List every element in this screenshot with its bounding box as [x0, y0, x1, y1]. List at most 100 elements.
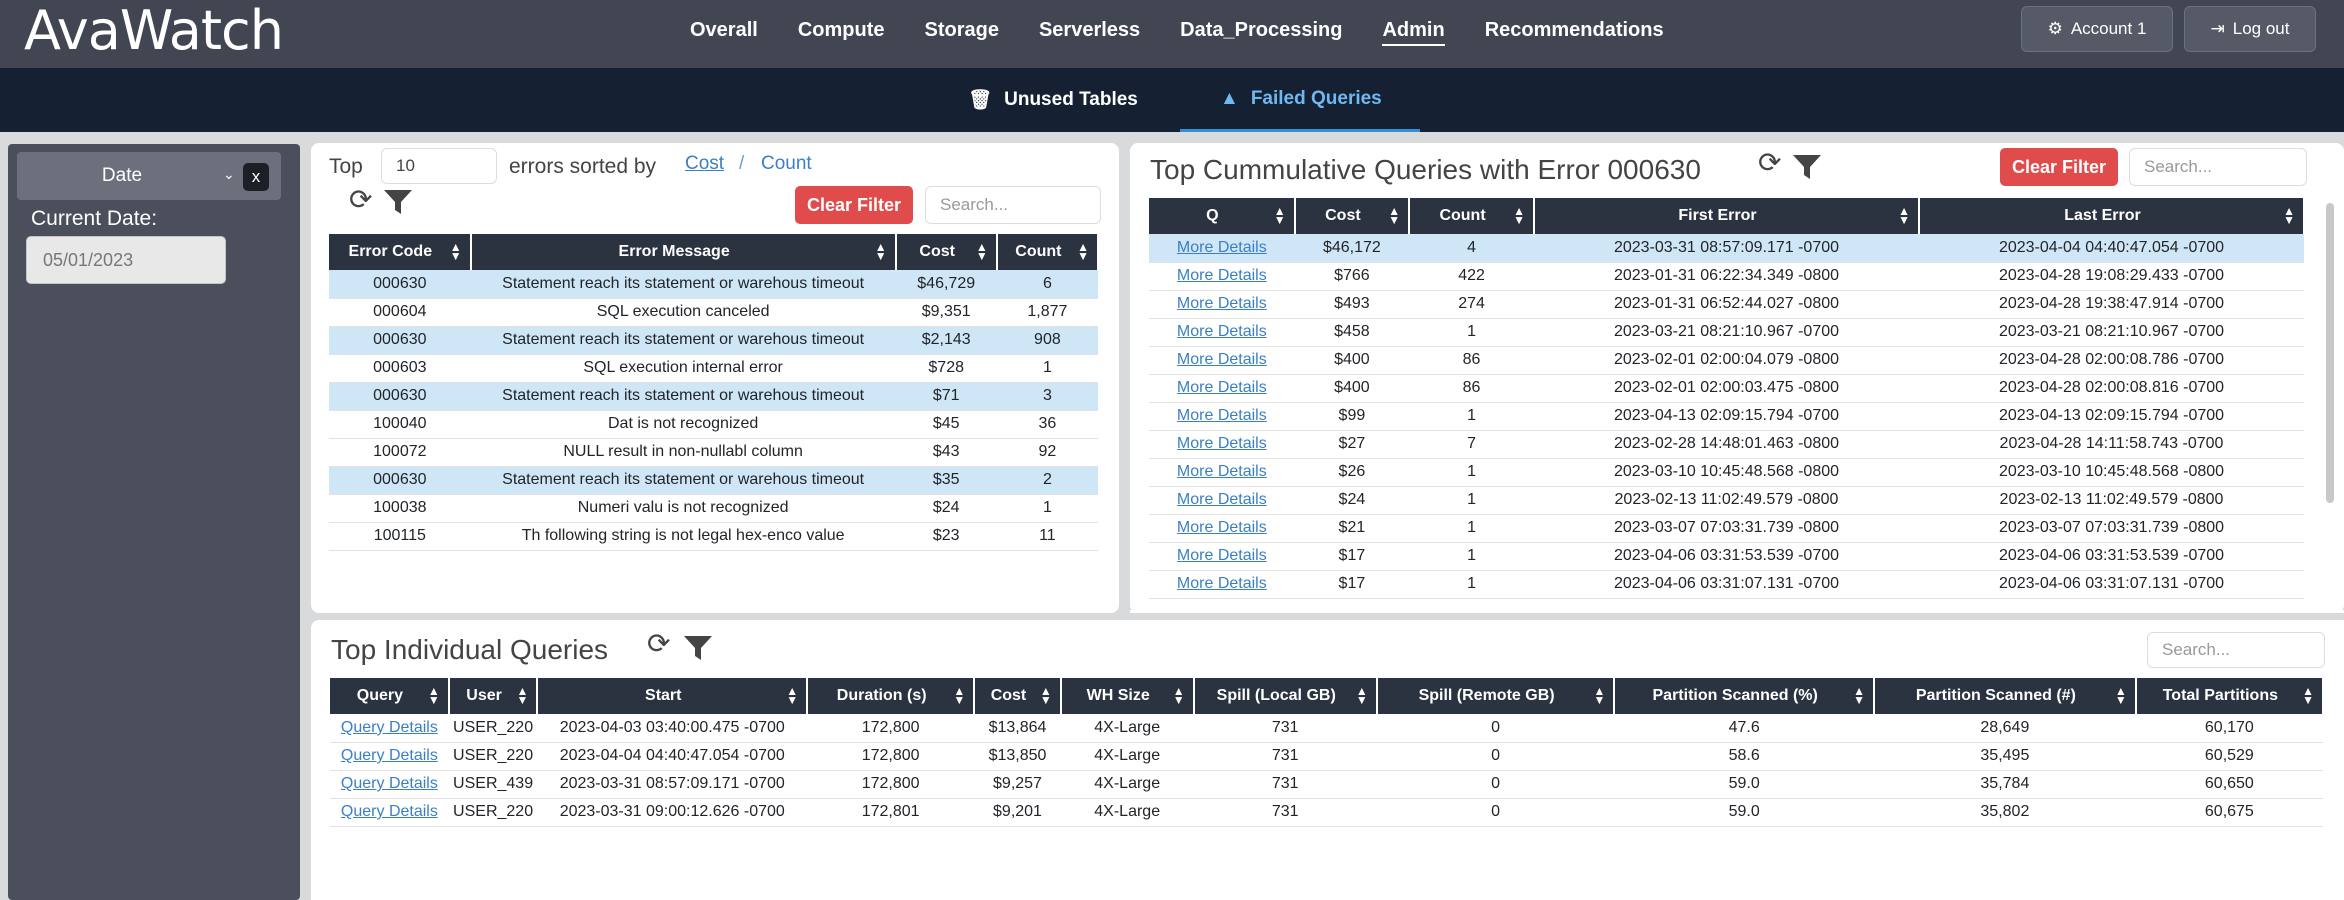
sort-icon[interactable]: ▲ ▼ — [1173, 685, 1185, 706]
table-row[interactable]: 000630 Statement reach its statement or w… — [329, 466, 1098, 495]
column-header-start[interactable]: Start ▲ ▼ — [537, 678, 809, 714]
column-header-count[interactable]: Count ▲ ▼ — [996, 234, 1100, 270]
column-header-error-message[interactable]: Error Message ▲ ▼ — [470, 234, 897, 270]
more-details-link[interactable]: More Details — [1177, 463, 1267, 480]
more-details-link[interactable]: More Details — [1177, 295, 1267, 312]
column-header-cost[interactable]: Cost ▲ ▼ — [895, 234, 998, 270]
table-row[interactable]: 100038 Numeri valu is not recognized $24 1 — [329, 494, 1098, 523]
sort-icon[interactable]: ▲ ▼ — [875, 241, 887, 262]
more-details-link[interactable]: More Details — [1177, 239, 1267, 256]
table-row[interactable]: More Details $458 1 2023-03-21 08:21:10.967… — [1149, 318, 2304, 347]
refresh-icon[interactable]: ⟳ — [1758, 149, 1781, 177]
sort-icon[interactable]: ▲ ▼ — [2302, 685, 2314, 706]
clear-filter-button[interactable]: Clear Filter — [795, 186, 913, 224]
column-header-q[interactable]: Q ▲ ▼ — [1149, 198, 1296, 234]
sort-count-link[interactable]: Count — [761, 153, 812, 175]
column-header-partition-scanned[interactable]: Partition Scanned (#) ▲ ▼ — [1874, 678, 2137, 714]
cumulative-search-input[interactable]: Search... — [2129, 148, 2307, 186]
column-header-user[interactable]: User ▲ ▼ — [448, 678, 539, 714]
sort-icon[interactable]: ▲ ▼ — [1513, 205, 1525, 226]
more-details-link[interactable]: More Details — [1177, 379, 1267, 396]
nav-item-storage[interactable]: Storage — [925, 16, 999, 46]
table-row[interactable]: More Details $99 1 2023-04-13 02:09:15.794 … — [1149, 402, 2304, 431]
table-row[interactable]: More Details $766 422 2023-01-31 06:22:34.3… — [1149, 262, 2304, 291]
nav-item-compute[interactable]: Compute — [798, 16, 885, 46]
sort-icon[interactable]: ▲ ▼ — [1356, 685, 1368, 706]
query-details-link[interactable]: Query Details — [341, 803, 438, 820]
sort-icon[interactable]: ▲ ▼ — [1077, 241, 1089, 262]
tab-failed-queries[interactable]: ▲ Failed Queries — [1180, 68, 1420, 132]
table-row[interactable]: More Details $26 1 2023-03-10 10:45:48.568 … — [1149, 458, 2304, 487]
more-details-link[interactable]: More Details — [1177, 407, 1267, 424]
logout-button[interactable]: ⇥ Log out — [2184, 6, 2316, 52]
table-row[interactable]: 100072 NULL result in non-nullabl column $… — [329, 438, 1098, 467]
table-row[interactable]: More Details $17 1 2023-04-06 03:31:07.131 … — [1149, 570, 2304, 599]
more-details-link[interactable]: More Details — [1177, 575, 1267, 592]
sort-icon[interactable]: ▲ ▼ — [450, 241, 462, 262]
filter-icon[interactable] — [1792, 153, 1822, 186]
sort-icon[interactable]: ▲ ▼ — [1388, 205, 1400, 226]
account-button[interactable]: ⚙ Account 1 — [2021, 6, 2173, 52]
table-row[interactable]: 100040 Dat is not recognized $45 36 — [329, 410, 1098, 439]
column-header-last-error[interactable]: Last Error ▲ ▼ — [1918, 198, 2306, 234]
more-details-link[interactable]: More Details — [1177, 351, 1267, 368]
sort-cost-link[interactable]: Cost — [685, 153, 724, 175]
sort-icon[interactable]: ▲ ▼ — [1274, 205, 1286, 226]
sort-icon[interactable]: ▲ ▼ — [976, 241, 988, 262]
more-details-link[interactable]: More Details — [1177, 547, 1267, 564]
cumulative-scrollbar[interactable] — [2326, 203, 2334, 503]
more-details-link[interactable]: More Details — [1177, 435, 1267, 452]
table-row[interactable]: More Details $400 86 2023-02-01 02:00:04.07… — [1149, 346, 2304, 375]
column-header-duration-s[interactable]: Duration (s) ▲ ▼ — [807, 678, 976, 714]
query-details-link[interactable]: Query Details — [341, 775, 438, 792]
nav-item-data-processing[interactable]: Data_Processing — [1180, 16, 1342, 46]
filter-icon[interactable] — [383, 188, 413, 221]
top-n-input[interactable]: 10 — [381, 148, 497, 184]
sort-icon[interactable]: ▲ ▼ — [953, 685, 965, 706]
table-row[interactable]: More Details $21 1 2023-03-07 07:03:31.739 … — [1149, 514, 2304, 543]
individual-search-input[interactable]: Search... — [2147, 632, 2325, 668]
date-select[interactable]: Date ⌄ x — [17, 152, 281, 200]
table-row[interactable]: 000630 Statement reach its statement or w… — [329, 382, 1098, 411]
refresh-icon[interactable]: ⟳ — [349, 186, 372, 214]
sort-icon[interactable]: ▲ ▼ — [2115, 685, 2127, 706]
refresh-icon[interactable]: ⟳ — [647, 630, 670, 658]
nav-item-admin[interactable]: Admin — [1382, 16, 1445, 46]
column-header-spill-remote-gb[interactable]: Spill (Remote GB) ▲ ▼ — [1376, 678, 1616, 714]
column-header-count[interactable]: Count ▲ ▼ — [1409, 198, 1535, 234]
table-row[interactable]: 100115 Th following string is not legal h… — [329, 522, 1098, 551]
table-row[interactable]: 000630 Statement reach its statement or w… — [329, 270, 1098, 299]
nav-item-serverless[interactable]: Serverless — [1039, 16, 1140, 46]
table-row[interactable]: More Details $24 1 2023-02-13 11:02:49.579 … — [1149, 486, 2304, 515]
column-header-partition-scanned[interactable]: Partition Scanned (%) ▲ ▼ — [1614, 678, 1876, 714]
column-header-error-code[interactable]: Error Code ▲ ▼ — [329, 234, 472, 270]
sort-icon[interactable]: ▲ ▼ — [1898, 205, 1910, 226]
nav-item-recommendations[interactable]: Recommendations — [1485, 16, 1664, 46]
query-details-link[interactable]: Query Details — [341, 719, 438, 736]
more-details-link[interactable]: More Details — [1177, 491, 1267, 508]
sort-icon[interactable]: ▲ ▼ — [1853, 685, 1865, 706]
sort-icon[interactable]: ▲ ▼ — [428, 685, 440, 706]
table-row[interactable]: Query Details USER_220 2023-03-31 09:00:12… — [330, 798, 2323, 827]
clear-filter-button[interactable]: Clear Filter — [2000, 148, 2118, 186]
tab-unused-tables[interactable]: 🗑 Unused Tables — [968, 68, 1138, 132]
column-header-total-partitions[interactable]: Total Partitions ▲ ▼ — [2135, 678, 2325, 714]
table-row[interactable]: More Details $400 86 2023-02-01 02:00:03.47… — [1149, 374, 2304, 403]
table-row[interactable]: More Details $17 1 2023-04-06 03:31:53.539 … — [1149, 542, 2304, 571]
sort-icon[interactable]: ▲ ▼ — [786, 685, 798, 706]
more-details-link[interactable]: More Details — [1177, 519, 1267, 536]
table-row[interactable]: More Details $27 7 2023-02-28 14:48:01.463 … — [1149, 430, 2304, 459]
errors-search-input[interactable]: Search... — [925, 186, 1101, 224]
column-header-query[interactable]: Query ▲ ▼ — [330, 678, 450, 714]
table-row[interactable]: Query Details USER_220 2023-04-03 03:40:00… — [330, 714, 2323, 743]
column-header-spill-local-gb[interactable]: Spill (Local GB) ▲ ▼ — [1193, 678, 1378, 714]
table-row[interactable]: More Details $493 274 2023-01-31 06:52:44.0… — [1149, 290, 2304, 319]
filter-icon[interactable] — [683, 634, 713, 667]
sort-icon[interactable]: ▲ ▼ — [516, 685, 528, 706]
column-header-cost[interactable]: Cost ▲ ▼ — [974, 678, 1062, 714]
sort-icon[interactable]: ▲ ▼ — [2283, 205, 2295, 226]
clear-date-button[interactable]: x — [243, 163, 269, 191]
column-header-wh-size[interactable]: WH Size ▲ ▼ — [1060, 678, 1195, 714]
query-details-link[interactable]: Query Details — [341, 747, 438, 764]
sort-icon[interactable]: ▲ ▼ — [1593, 685, 1605, 706]
